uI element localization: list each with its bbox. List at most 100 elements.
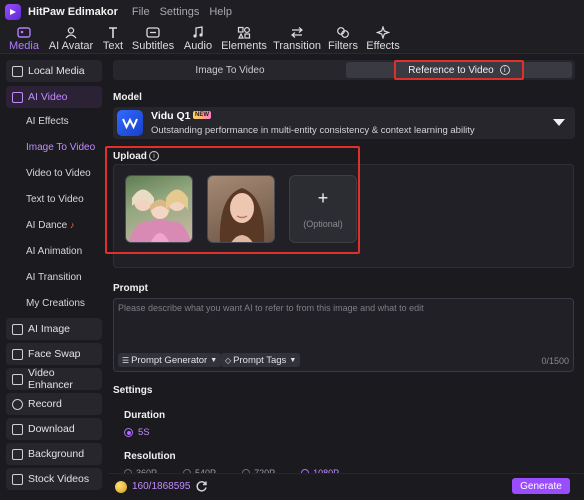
tag-icon: ◇ — [225, 355, 232, 365]
highlight-box-tab — [394, 60, 524, 80]
model-heading: Model — [113, 92, 142, 103]
model-description: Outstanding performance in multi-entity … — [151, 125, 475, 136]
background-icon — [12, 448, 23, 460]
prompt-placeholder: Please describe what you want AI to refe… — [118, 303, 424, 313]
tool-filters[interactable]: Filters — [328, 24, 358, 54]
vidu-logo-icon — [117, 110, 143, 136]
download-icon — [12, 423, 23, 435]
sidebar-item-stock-videos[interactable]: Stock Videos — [6, 468, 102, 490]
dancer-icon: ♪ — [69, 220, 75, 230]
sidebar-sub-ai-dance[interactable]: AI Dance ♪ — [26, 220, 74, 231]
model-selector[interactable]: Vidu Q1 NEW Outstanding performance in m… — [113, 107, 575, 139]
generator-icon: ☰ — [122, 355, 130, 365]
main-panel: Image To Video Reference to Video i Mode… — [105, 55, 584, 500]
ai-image-icon — [12, 323, 23, 335]
app-title: HitPaw Edimakor — [28, 6, 118, 18]
tool-transition[interactable]: Transition — [273, 24, 321, 54]
top-toolbar: Media AI Avatar Text Subtitles Audio Ele… — [0, 24, 584, 54]
face-swap-icon — [12, 348, 23, 360]
tool-elements-label: Elements — [221, 40, 267, 52]
sidebar-sub-ai-transition[interactable]: AI Transition — [26, 272, 82, 283]
tool-effects[interactable]: Effects — [366, 24, 400, 54]
sidebar-sub-ai-animation[interactable]: AI Animation — [26, 246, 82, 257]
app-window: { "window": {"title": "HitPaw Edimakor"}… — [0, 0, 584, 500]
duration-label: Duration — [124, 410, 166, 421]
sidebar-item-download[interactable]: Download — [6, 418, 102, 440]
sidebar-label: AI Image — [28, 323, 71, 335]
filters-icon — [337, 27, 349, 38]
new-badge: NEW — [193, 111, 211, 119]
chevron-down-icon: ▼ — [289, 356, 297, 364]
tool-transition-label: Transition — [273, 40, 321, 52]
sidebar-sub-image-to-video[interactable]: Image To Video — [26, 142, 95, 153]
tool-effects-label: Effects — [366, 40, 400, 52]
prompt-tags-button[interactable]: ◇ Prompt Tags ▼ — [221, 353, 301, 367]
sidebar-item-video-enhancer[interactable]: Video Enhancer — [6, 367, 102, 391]
tool-text-label: Text — [102, 40, 124, 52]
sidebar-label: Face Swap — [28, 348, 81, 360]
sidebar-label: Background — [28, 448, 85, 460]
settings-heading: Settings — [113, 385, 153, 396]
tool-subtitles[interactable]: Subtitles — [132, 24, 174, 54]
menu-settings[interactable]: Settings — [160, 6, 200, 18]
folder-icon — [12, 65, 23, 77]
chevron-down-icon: ▼ — [210, 356, 218, 364]
text-icon — [109, 27, 117, 38]
dropdown-caret-icon[interactable] — [553, 119, 565, 127]
app-logo-icon — [5, 4, 21, 20]
prompt-char-counter: 0/1500 — [541, 356, 569, 366]
tool-ai-avatar-label: AI Avatar — [48, 40, 94, 52]
sidebar-item-ai-image[interactable]: AI Image — [6, 318, 102, 340]
tool-media-label: Media — [9, 40, 39, 52]
tool-elements[interactable]: Elements — [221, 24, 267, 54]
tool-ai-avatar[interactable]: AI Avatar — [48, 24, 94, 54]
tool-text[interactable]: Text — [100, 24, 126, 54]
generate-button[interactable]: Generate — [512, 478, 570, 494]
effects-sparkle-icon — [376, 26, 390, 39]
model-name: Vidu Q1 — [151, 110, 191, 122]
resolution-label: Resolution — [124, 451, 176, 462]
sidebar-label: AI Video — [28, 91, 68, 103]
coin-icon — [115, 481, 127, 493]
tool-audio[interactable]: Audio — [182, 24, 214, 54]
sidebar-item-local-media[interactable]: Local Media — [6, 60, 102, 82]
sidebar-item-background[interactable]: Background — [6, 443, 102, 465]
sidebar-sub-video-to-video[interactable]: Video to Video — [26, 168, 91, 179]
prompt-heading: Prompt — [113, 283, 148, 294]
prompt-generator-label: Prompt Generator — [131, 354, 208, 366]
prompt-tags-label: Prompt Tags — [233, 354, 287, 366]
sidebar-sub-text-to-video[interactable]: Text to Video — [26, 194, 84, 205]
menu-file[interactable]: File — [132, 6, 150, 18]
sidebar-item-face-swap[interactable]: Face Swap — [6, 343, 102, 365]
radio-selected-icon — [124, 428, 133, 437]
tool-filters-label: Filters — [328, 40, 358, 52]
record-icon — [12, 398, 23, 410]
prompt-textarea[interactable]: Please describe what you want AI to refe… — [113, 298, 574, 372]
sidebar-label: Local Media — [28, 65, 85, 77]
refresh-icon[interactable] — [195, 480, 208, 493]
tool-audio-label: Audio — [183, 40, 213, 52]
avatar-icon — [65, 27, 77, 39]
tool-media[interactable]: Media — [8, 24, 40, 54]
transition-icon — [291, 27, 303, 38]
video-enhancer-icon — [12, 373, 23, 385]
sidebar-sub-my-creations[interactable]: My Creations — [26, 298, 85, 309]
media-icon — [17, 27, 31, 38]
ai-video-icon — [12, 91, 23, 103]
highlight-box-upload — [105, 146, 360, 254]
duration-value: 5S — [138, 427, 150, 438]
subtitles-icon — [146, 27, 160, 38]
sidebar: Local Media AI Video AI Effects Image To… — [0, 55, 108, 500]
sidebar-item-ai-video[interactable]: AI Video — [6, 86, 102, 108]
sidebar-item-record[interactable]: Record — [6, 393, 102, 415]
sidebar-label: Video Enhancer — [27, 367, 73, 391]
sidebar-label: Stock Videos — [28, 473, 90, 485]
prompt-generator-button[interactable]: ☰ Prompt Generator ▼ — [118, 353, 222, 367]
sidebar-sub-label: AI Dance — [26, 220, 68, 231]
duration-option-5s[interactable]: 5S — [124, 427, 150, 438]
sidebar-sub-ai-effects[interactable]: AI Effects — [26, 116, 69, 127]
tab-image-to-video[interactable]: Image To Video — [115, 62, 345, 78]
sidebar-label: Record — [28, 398, 62, 410]
menu-help[interactable]: Help — [209, 6, 232, 18]
elements-icon — [237, 26, 251, 39]
